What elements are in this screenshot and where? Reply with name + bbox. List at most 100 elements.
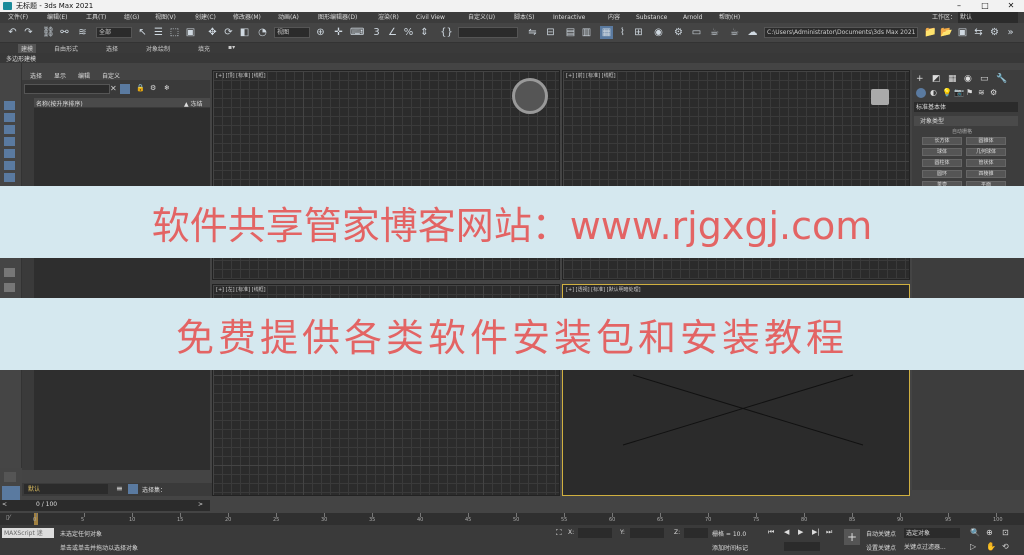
- menu-rendering[interactable]: 渲染(R): [378, 12, 399, 23]
- display-icon[interactable]: [4, 113, 15, 122]
- selection-set-icon[interactable]: [128, 484, 138, 494]
- window-crossing-icon[interactable]: ▣: [184, 26, 197, 39]
- material-editor-icon[interactable]: ◉: [652, 26, 665, 39]
- viewcube-icon[interactable]: [871, 89, 889, 105]
- render-setup-icon[interactable]: ⚙: [672, 26, 685, 39]
- current-frame-field[interactable]: [784, 542, 820, 551]
- create-tab-icon[interactable]: +: [916, 74, 924, 84]
- layer-select[interactable]: 默认: [24, 484, 108, 494]
- y-coord-field[interactable]: [630, 528, 664, 538]
- bind-space-warp-icon[interactable]: ≋: [76, 26, 89, 39]
- clear-search-icon[interactable]: ✕: [110, 84, 118, 94]
- spinner-snap-icon[interactable]: ⇕: [418, 26, 431, 39]
- scene-tab-display[interactable]: 显示: [54, 71, 66, 80]
- autogrid-checkbox[interactable]: 自动栅格: [952, 128, 972, 135]
- tube-button[interactable]: 管状体: [966, 159, 1006, 167]
- menu-civil-view[interactable]: Civil View: [416, 12, 445, 23]
- menu-scripting[interactable]: 脚本(S): [514, 12, 535, 23]
- reference-coord-select[interactable]: 视图: [274, 27, 310, 38]
- scene-search-input[interactable]: [24, 84, 110, 94]
- options-icon[interactable]: ⚙: [150, 84, 156, 92]
- x-coord-field[interactable]: [578, 528, 612, 538]
- menu-modifiers[interactable]: 修改器(M): [233, 12, 261, 23]
- close-icon[interactable]: ✕: [998, 0, 1024, 12]
- snaps-toggle-icon[interactable]: 3: [370, 26, 383, 39]
- object-category-select[interactable]: 标准基本体: [914, 102, 1018, 112]
- scene-tab-customize[interactable]: 自定义: [102, 71, 120, 80]
- render-production-icon[interactable]: ☕: [708, 26, 721, 39]
- ribbon-options-icon[interactable]: ▪▾: [228, 44, 235, 51]
- hierarchy-icon[interactable]: [4, 283, 15, 292]
- redo-icon[interactable]: ↷: [22, 26, 35, 39]
- viewport-top-label[interactable]: [+] [顶] [标准] [线框]: [216, 72, 266, 79]
- menu-file[interactable]: 文件(F): [8, 12, 28, 23]
- ribbon-tab-modeling[interactable]: 建模: [18, 44, 37, 53]
- select-icon[interactable]: [4, 101, 15, 110]
- poly-modeling-label[interactable]: 多边形建模: [6, 54, 36, 63]
- edit-named-selection-icon[interactable]: {}: [440, 26, 453, 39]
- menu-group[interactable]: 组(G): [124, 12, 139, 23]
- z-coord-field[interactable]: [684, 528, 708, 538]
- select-object-icon[interactable]: ↖: [136, 26, 149, 39]
- zoom-icon[interactable]: 🔍: [970, 528, 980, 537]
- named-selection-set-select[interactable]: [458, 27, 518, 38]
- menu-create[interactable]: 创建(C): [195, 12, 216, 23]
- frame-counter[interactable]: 0 / 100: [36, 501, 57, 508]
- display-tab-icon[interactable]: ▭: [980, 74, 989, 84]
- hierarchy-tab-icon[interactable]: ▦: [948, 74, 957, 84]
- box-button[interactable]: 长方体: [922, 137, 962, 145]
- more-icon[interactable]: »: [1004, 26, 1017, 39]
- set-key-button[interactable]: 设置关键点: [866, 543, 896, 552]
- next-frame-icon[interactable]: >: [198, 501, 203, 508]
- helpers-icon[interactable]: ⚑: [966, 88, 973, 97]
- ribbon-tab-object-paint[interactable]: 对象绘制: [146, 44, 170, 53]
- curve-editor-icon[interactable]: ⌇: [616, 26, 629, 39]
- mirror-icon[interactable]: ⇋: [526, 26, 539, 39]
- menu-views[interactable]: 视图(V): [155, 12, 176, 23]
- percent-snap-icon[interactable]: %: [402, 26, 415, 39]
- maximize-icon[interactable]: □: [972, 0, 998, 12]
- fov-icon[interactable]: ▷: [970, 542, 976, 551]
- menu-interactive[interactable]: Interactive: [553, 12, 585, 23]
- sync-icon[interactable]: ⇆: [972, 26, 985, 39]
- add-time-tag[interactable]: 添加时间标记: [712, 543, 748, 552]
- systems-icon[interactable]: ⚙: [990, 88, 997, 97]
- spacewarp-icon[interactable]: [4, 173, 15, 182]
- rotate-icon[interactable]: ⟳: [222, 26, 235, 39]
- project-path-field[interactable]: C:\Users\Administrator\Documents\3ds Max…: [764, 27, 918, 38]
- cylinder-button[interactable]: 圆柱体: [922, 159, 962, 167]
- maxscript-listener[interactable]: MAXScript 迷: [2, 528, 54, 538]
- link-icon[interactable]: ⛓: [42, 26, 55, 39]
- cameras-icon[interactable]: 📷: [954, 88, 964, 97]
- menu-help[interactable]: 帮助(H): [719, 12, 740, 23]
- toggle-ribbon-icon[interactable]: ▦: [600, 26, 613, 39]
- next-key-icon[interactable]: ▶|: [812, 528, 820, 536]
- viewport-front-label[interactable]: [+] [前] [标准] [线框]: [566, 72, 616, 79]
- prev-frame-icon[interactable]: <: [2, 501, 7, 508]
- zoom-extents-icon[interactable]: ⊡: [1002, 528, 1009, 537]
- selection-filter-select[interactable]: 全部: [96, 27, 132, 38]
- cone-button[interactable]: 圆锥体: [966, 137, 1006, 145]
- geosphere-button[interactable]: 几何球体: [966, 148, 1006, 156]
- render-iterative-icon[interactable]: ☕: [728, 26, 741, 39]
- helper-icon[interactable]: [4, 149, 15, 158]
- pyramid-button[interactable]: 四棱锥: [966, 170, 1006, 178]
- menu-graph-editors[interactable]: 图形编辑器(D): [318, 12, 357, 23]
- open-folder-icon[interactable]: 📂: [940, 26, 953, 39]
- minimize-icon[interactable]: –: [946, 0, 972, 12]
- layer-explorer-icon[interactable]: ▥: [580, 26, 593, 39]
- undo-icon[interactable]: ↶: [6, 26, 19, 39]
- menu-arnold[interactable]: Arnold: [683, 12, 702, 23]
- save-project-icon[interactable]: ▣: [956, 26, 969, 39]
- torus-button[interactable]: 圆环: [922, 170, 962, 178]
- steering-wheel-icon[interactable]: [512, 78, 548, 114]
- menu-content[interactable]: 内容: [608, 12, 620, 23]
- shape-icon[interactable]: [4, 161, 15, 170]
- lock-icon[interactable]: 🔒: [136, 84, 145, 92]
- sphere-button[interactable]: 球体: [922, 148, 962, 156]
- lights-icon[interactable]: 💡: [942, 88, 952, 97]
- space-warps-icon[interactable]: ≋: [978, 88, 985, 97]
- motion-tab-icon[interactable]: ◉: [964, 74, 972, 84]
- layer-stack-icon[interactable]: ≡: [116, 484, 126, 494]
- timeline[interactable]: ▯⁄ 0 5 10 15 20 25 30 35 40 45 50 55 60 65 70 75 80 85 90 9…: [0, 513, 1024, 525]
